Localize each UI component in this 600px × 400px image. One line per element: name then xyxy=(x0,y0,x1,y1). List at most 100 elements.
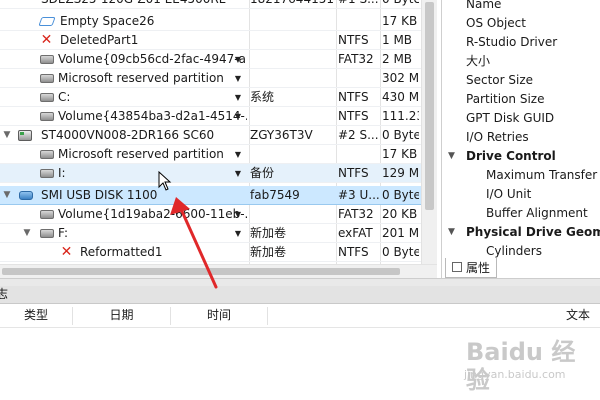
hdd-icon xyxy=(18,130,32,141)
property-label: 大小 xyxy=(466,54,491,68)
tree-row-ms-reserved-2[interactable]: Microsoft reserved partition ▼ 17 KB xyxy=(0,145,437,164)
scrollbar-thumb[interactable] xyxy=(425,2,434,210)
tree-vertical-scrollbar[interactable] xyxy=(421,0,437,264)
scrollbar-thumb[interactable] xyxy=(2,268,400,275)
partition-size: 1 MB xyxy=(382,33,413,47)
drive-id: fab7549 xyxy=(250,188,300,202)
tree-row-i-drive[interactable]: I: ▼ 备份 NTFS 129 M xyxy=(0,164,437,183)
dropdown-icon[interactable]: ▼ xyxy=(235,145,241,164)
partition-fs: FAT32 xyxy=(338,207,374,221)
drive-row-st4000vn008[interactable]: ▼ ST4000VN008-2DR166 SC60 ZGY36T3V #2 S.… xyxy=(0,126,437,145)
drive-tree-panel: SDEZS25-120G-Z01 EE4500RL 182176441514 #… xyxy=(0,0,437,264)
property-row[interactable]: OS Object xyxy=(442,14,600,33)
drive-row-smi-usb-disk[interactable]: ▼ SMI USB DISK 1100 fab7549 #3 U... 0 By… xyxy=(0,186,437,205)
tree-row-volume-09cb56cd[interactable]: Volume{09cb56cd-2fac-4947-a... ▼ FAT32 2… xyxy=(0,50,437,69)
deleted-partition-icon: ✕ xyxy=(40,32,53,48)
property-row[interactable]: Buffer Alignment xyxy=(442,204,600,223)
partition-size: 111.23 xyxy=(382,109,419,123)
property-row[interactable]: Sector Size xyxy=(442,71,600,90)
drive-row-sdezs25[interactable]: SDEZS25-120G-Z01 EE4500RL 182176441514 #… xyxy=(0,0,437,9)
panel-splitter[interactable] xyxy=(0,278,600,286)
partition-id xyxy=(250,12,334,31)
tree-row-c-drive[interactable]: C: ▼ 系统 NTFS 430 M xyxy=(0,88,437,107)
property-row[interactable]: R-Studio Driver xyxy=(442,33,600,52)
tree-row-empty-space26[interactable]: Empty Space26 17 KB xyxy=(0,12,437,31)
expand-arrow-icon[interactable]: ▼ xyxy=(2,186,12,205)
property-row[interactable]: Maximum Transfer xyxy=(442,166,600,185)
column-divider[interactable] xyxy=(267,307,268,325)
drive-size: 0 Byte xyxy=(382,0,419,9)
tree-name-cell: I: ▼ xyxy=(0,164,247,183)
property-row[interactable]: Partition Size xyxy=(442,90,600,109)
tree-name-cell: Volume{43854ba3-d2a1-4514-... ▼ xyxy=(0,107,247,126)
tree-row-deletedpart1[interactable]: ✕ DeletedPart1 NTFS 1 MB xyxy=(0,31,437,50)
drive-fs: #2 S... xyxy=(338,128,379,142)
drive-name: SMI USB DISK 1100 xyxy=(41,188,158,202)
dropdown-icon[interactable]: ▼ xyxy=(235,50,241,69)
property-label: I/O Unit xyxy=(486,187,532,201)
log-column-date[interactable]: 日期 xyxy=(73,304,170,327)
volume-icon xyxy=(40,93,54,102)
tab-properties[interactable]: 属性 xyxy=(445,258,497,278)
tree-row-volume-1d19aba2[interactable]: Volume{1d19aba2-6600-11eb-... ▼ FAT32 20… xyxy=(0,205,437,224)
log-column-type[interactable]: 类型 xyxy=(0,304,72,327)
tree-name-cell: Microsoft reserved partition ▼ xyxy=(0,145,247,164)
tree-horizontal-scrollbar[interactable] xyxy=(0,264,437,278)
collapse-arrow-icon[interactable]: ▼ xyxy=(448,223,455,242)
property-label: Buffer Alignment xyxy=(486,206,588,220)
partition-fs: NTFS xyxy=(338,109,369,123)
partition-id xyxy=(250,31,334,50)
tree-name-cell: Volume{09cb56cd-2fac-4947-a... ▼ xyxy=(0,50,247,69)
watermark-url: jingyan.baidu.com xyxy=(464,368,566,381)
mouse-cursor-icon xyxy=(158,171,172,191)
property-label: GPT Disk GUID xyxy=(466,111,555,125)
log-column-time[interactable]: 时间 xyxy=(171,304,267,327)
drive-name: ST4000VN008-2DR166 SC60 xyxy=(41,128,215,142)
partition-fs: FAT32 xyxy=(338,52,374,66)
tree-row-f-drive[interactable]: ▼ F: ▼ 新加卷 exFAT 201 M xyxy=(0,224,437,243)
expand-arrow-icon[interactable]: ▼ xyxy=(22,224,32,243)
property-category-drive-control[interactable]: ▼ Drive Control xyxy=(442,147,600,166)
property-row[interactable]: GPT Disk GUID xyxy=(442,109,600,128)
partition-size: 17 KB xyxy=(382,147,418,161)
deleted-partition-icon: ✕ xyxy=(60,244,73,260)
expand-arrow-icon[interactable]: ▼ xyxy=(2,126,12,145)
partition-name: Volume{09cb56cd-2fac-4947-a... xyxy=(58,52,247,66)
property-row[interactable]: 大小 xyxy=(442,52,600,71)
tree-name-cell: Volume{1d19aba2-6600-11eb-... ▼ xyxy=(0,205,247,224)
property-row[interactable]: I/O Unit xyxy=(442,185,600,204)
property-label: Partition Size xyxy=(466,92,545,106)
partition-size: 2 MB xyxy=(382,52,413,66)
property-row[interactable]: I/O Retries xyxy=(442,128,600,147)
partition-id xyxy=(250,50,334,69)
partition-fs: exFAT xyxy=(338,226,373,240)
tree-row-reformatted1[interactable]: ✕ Reformatted1 新加卷 NTFS 0 Byte xyxy=(0,243,437,262)
partition-name: Empty Space26 xyxy=(60,14,155,28)
volume-icon xyxy=(40,229,54,238)
dropdown-icon[interactable]: ▼ xyxy=(235,69,241,88)
partition-name: I: xyxy=(58,166,66,180)
log-column-text[interactable]: 文本 xyxy=(556,304,600,327)
dropdown-icon[interactable]: ▼ xyxy=(235,88,241,107)
tree-row-volume-43854ba3[interactable]: Volume{43854ba3-d2a1-4514-... ▼ NTFS 111… xyxy=(0,107,437,126)
property-label: Sector Size xyxy=(466,73,534,87)
dropdown-icon[interactable]: ▼ xyxy=(235,205,241,224)
partition-fs xyxy=(338,69,380,88)
category-label: Drive Control xyxy=(466,149,556,163)
property-row[interactable]: Name xyxy=(442,0,600,14)
volume-icon xyxy=(40,112,54,121)
partition-size: 0 Byte xyxy=(382,245,419,259)
tree-name-cell: C: ▼ xyxy=(0,88,247,107)
tree-row-ms-reserved-1[interactable]: Microsoft reserved partition ▼ 302 M xyxy=(0,69,437,88)
partition-fs xyxy=(338,145,380,164)
drive-name: SDEZS25-120G-Z01 EE4500RL xyxy=(41,0,225,9)
drive-fs: #1 S... xyxy=(338,0,380,9)
tree-name-cell: ▼ SMI USB DISK 1100 xyxy=(0,186,247,205)
dropdown-icon[interactable]: ▼ xyxy=(235,164,241,183)
property-category-physical-drive[interactable]: ▼ Physical Drive Geomet xyxy=(442,223,600,242)
property-label: I/O Retries xyxy=(466,130,529,144)
collapse-arrow-icon[interactable]: ▼ xyxy=(448,147,455,166)
dropdown-icon[interactable]: ▼ xyxy=(235,107,241,126)
dropdown-icon[interactable]: ▼ xyxy=(235,224,241,243)
partition-id: 新加卷 xyxy=(250,245,287,259)
